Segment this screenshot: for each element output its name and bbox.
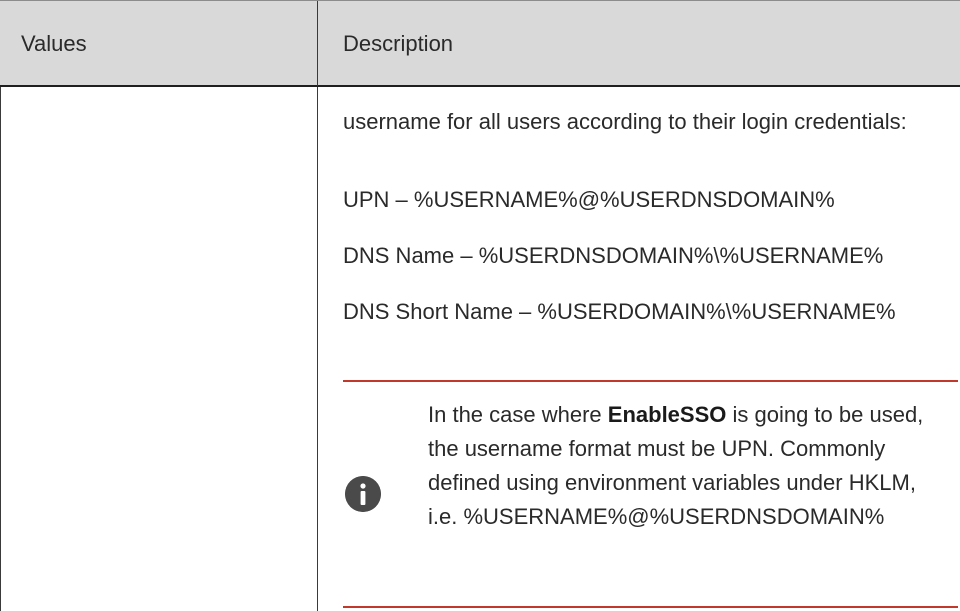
description-intro: username for all users according to thei… xyxy=(343,109,907,134)
note-text: In the case where EnableSSO is going to … xyxy=(428,398,948,534)
note-bottom-rule xyxy=(343,606,958,608)
description-cell: username for all users according to thei… xyxy=(317,87,960,611)
values-cell xyxy=(0,87,317,611)
upn-format: UPN – %USERNAME%@%USERDNSDOMAIN% xyxy=(343,187,835,212)
table-header-row: Values Description xyxy=(0,0,960,87)
table-row: username for all users according to thei… xyxy=(0,87,960,611)
note-top-rule xyxy=(343,380,958,382)
column-header-description: Description xyxy=(317,1,960,86)
note-text-before: In the case where xyxy=(428,402,608,427)
dns-name-format: DNS Name – %USERDNSDOMAIN%\%USERNAME% xyxy=(343,243,884,268)
note-bold-term: EnableSSO xyxy=(607,402,727,427)
parameters-table: Values Description username for all user… xyxy=(0,0,960,611)
column-header-values: Values xyxy=(21,30,87,56)
dns-short-name-format: DNS Short Name – %USERDOMAIN%\%USERNAME% xyxy=(343,299,896,324)
info-icon xyxy=(345,476,381,512)
